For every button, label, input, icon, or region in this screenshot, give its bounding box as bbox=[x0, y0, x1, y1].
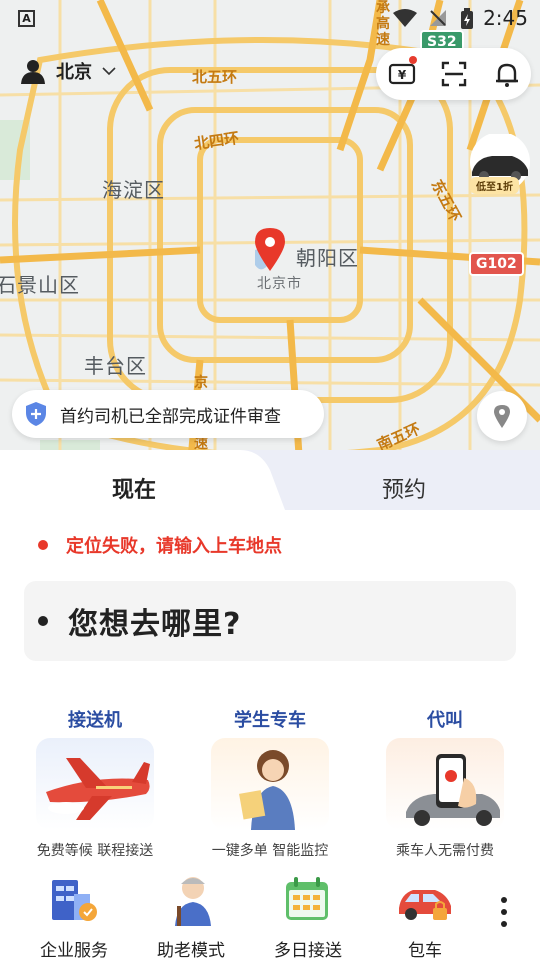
tab-bar-background bbox=[240, 450, 540, 510]
location-failed-warning: 定位失败，请输入上车地点 bbox=[38, 532, 282, 558]
notice-text: 首约司机已全部完成证件审查 bbox=[60, 406, 281, 427]
highway-badge-g102: G102 bbox=[469, 252, 524, 276]
phone-car-icon bbox=[386, 738, 504, 830]
battery-charging-icon bbox=[461, 8, 473, 29]
quick-label: 助老模式 bbox=[157, 941, 225, 960]
service-student-car[interactable]: 学生专车 一键多单 智能监控 bbox=[200, 706, 340, 860]
quick-charter-car[interactable]: 包车 bbox=[375, 874, 475, 960]
scan-icon[interactable] bbox=[440, 60, 468, 88]
locate-me-button[interactable] bbox=[477, 391, 527, 441]
elderly-person-icon bbox=[163, 874, 219, 926]
status-bar: A 2:45 bbox=[0, 0, 540, 36]
shield-icon bbox=[26, 402, 46, 426]
quick-elderly-mode[interactable]: 助老模式 bbox=[141, 874, 241, 960]
map-label-haidian: 海淀区 bbox=[102, 178, 165, 202]
top-actions-pill: ¥ bbox=[376, 48, 531, 100]
destination-dot-icon bbox=[38, 616, 48, 626]
destination-input[interactable]: 您想去哪里? bbox=[24, 581, 516, 661]
status-time: 2:45 bbox=[483, 6, 528, 30]
car-lock-icon bbox=[397, 874, 453, 926]
quick-multiday-pickup[interactable]: 多日接送 bbox=[258, 874, 358, 960]
accessibility-icon: A bbox=[18, 10, 35, 27]
signal-off-icon bbox=[430, 10, 446, 26]
notification-dot bbox=[409, 56, 417, 64]
destination-placeholder: 您想去哪里? bbox=[68, 607, 242, 642]
ride-panel: 现在 预约 定位失败，请输入上车地点 您想去哪里? 接送机 免费等候 联程接送 … bbox=[0, 450, 540, 960]
user-avatar-icon[interactable] bbox=[20, 58, 46, 84]
service-subtitle: 一键多单 智能监控 bbox=[211, 843, 329, 859]
tab-now[interactable]: 现在 bbox=[112, 472, 156, 504]
quick-enterprise-service[interactable]: 企业服务 bbox=[24, 874, 124, 960]
coupon-icon[interactable]: ¥ bbox=[388, 60, 416, 88]
more-vertical-icon[interactable] bbox=[498, 894, 510, 930]
city-name: 北京 bbox=[56, 62, 92, 83]
quick-label: 企业服务 bbox=[40, 941, 108, 960]
svg-text:¥: ¥ bbox=[398, 68, 407, 82]
tab-reservation[interactable]: 预约 bbox=[382, 472, 426, 504]
driver-verified-notice[interactable]: 首约司机已全部完成证件审查 bbox=[12, 390, 324, 438]
service-call-for-others[interactable]: 代叫 乘车人无需付费 bbox=[375, 706, 515, 860]
promo-discount-badge[interactable]: 低至1折 bbox=[470, 177, 519, 194]
bell-icon[interactable] bbox=[493, 60, 521, 88]
wifi-icon bbox=[393, 9, 417, 27]
map-label-jing: 京 bbox=[194, 375, 208, 391]
service-title: 学生专车 bbox=[234, 710, 306, 731]
map-view[interactable]: 海淀区 朝阳区 丰台区 石景山区 北京市 北五环 北四环 东五环 南五环 承高速… bbox=[0, 0, 540, 470]
map-label-fengtai: 丰台区 bbox=[84, 354, 147, 378]
map-label-north5ring: 北五环 bbox=[192, 68, 238, 86]
calendar-icon bbox=[280, 874, 336, 926]
quick-label: 包车 bbox=[408, 941, 442, 960]
warning-dot-icon bbox=[38, 540, 48, 550]
map-label-shijingshan: 石景山区 bbox=[0, 273, 80, 297]
map-label-beijing-city: 北京市 bbox=[257, 276, 302, 292]
service-title: 代叫 bbox=[427, 710, 463, 731]
student-girl-icon bbox=[211, 738, 329, 830]
location-pin-icon bbox=[255, 228, 285, 271]
airplane-icon bbox=[36, 738, 154, 830]
service-subtitle: 乘车人无需付费 bbox=[396, 843, 494, 859]
service-airport-transfer[interactable]: 接送机 免费等候 联程接送 bbox=[25, 706, 165, 860]
locate-pin-icon bbox=[494, 405, 510, 428]
building-icon bbox=[46, 874, 102, 926]
warning-text: 定位失败，请输入上车地点 bbox=[66, 536, 282, 557]
map-label-chaoyang: 朝阳区 bbox=[296, 246, 359, 270]
service-title: 接送机 bbox=[68, 710, 122, 731]
service-subtitle: 免费等候 联程接送 bbox=[36, 843, 154, 859]
quick-label: 多日接送 bbox=[274, 941, 342, 960]
chevron-down-icon bbox=[102, 67, 116, 76]
city-selector[interactable]: 北京 bbox=[20, 58, 116, 84]
